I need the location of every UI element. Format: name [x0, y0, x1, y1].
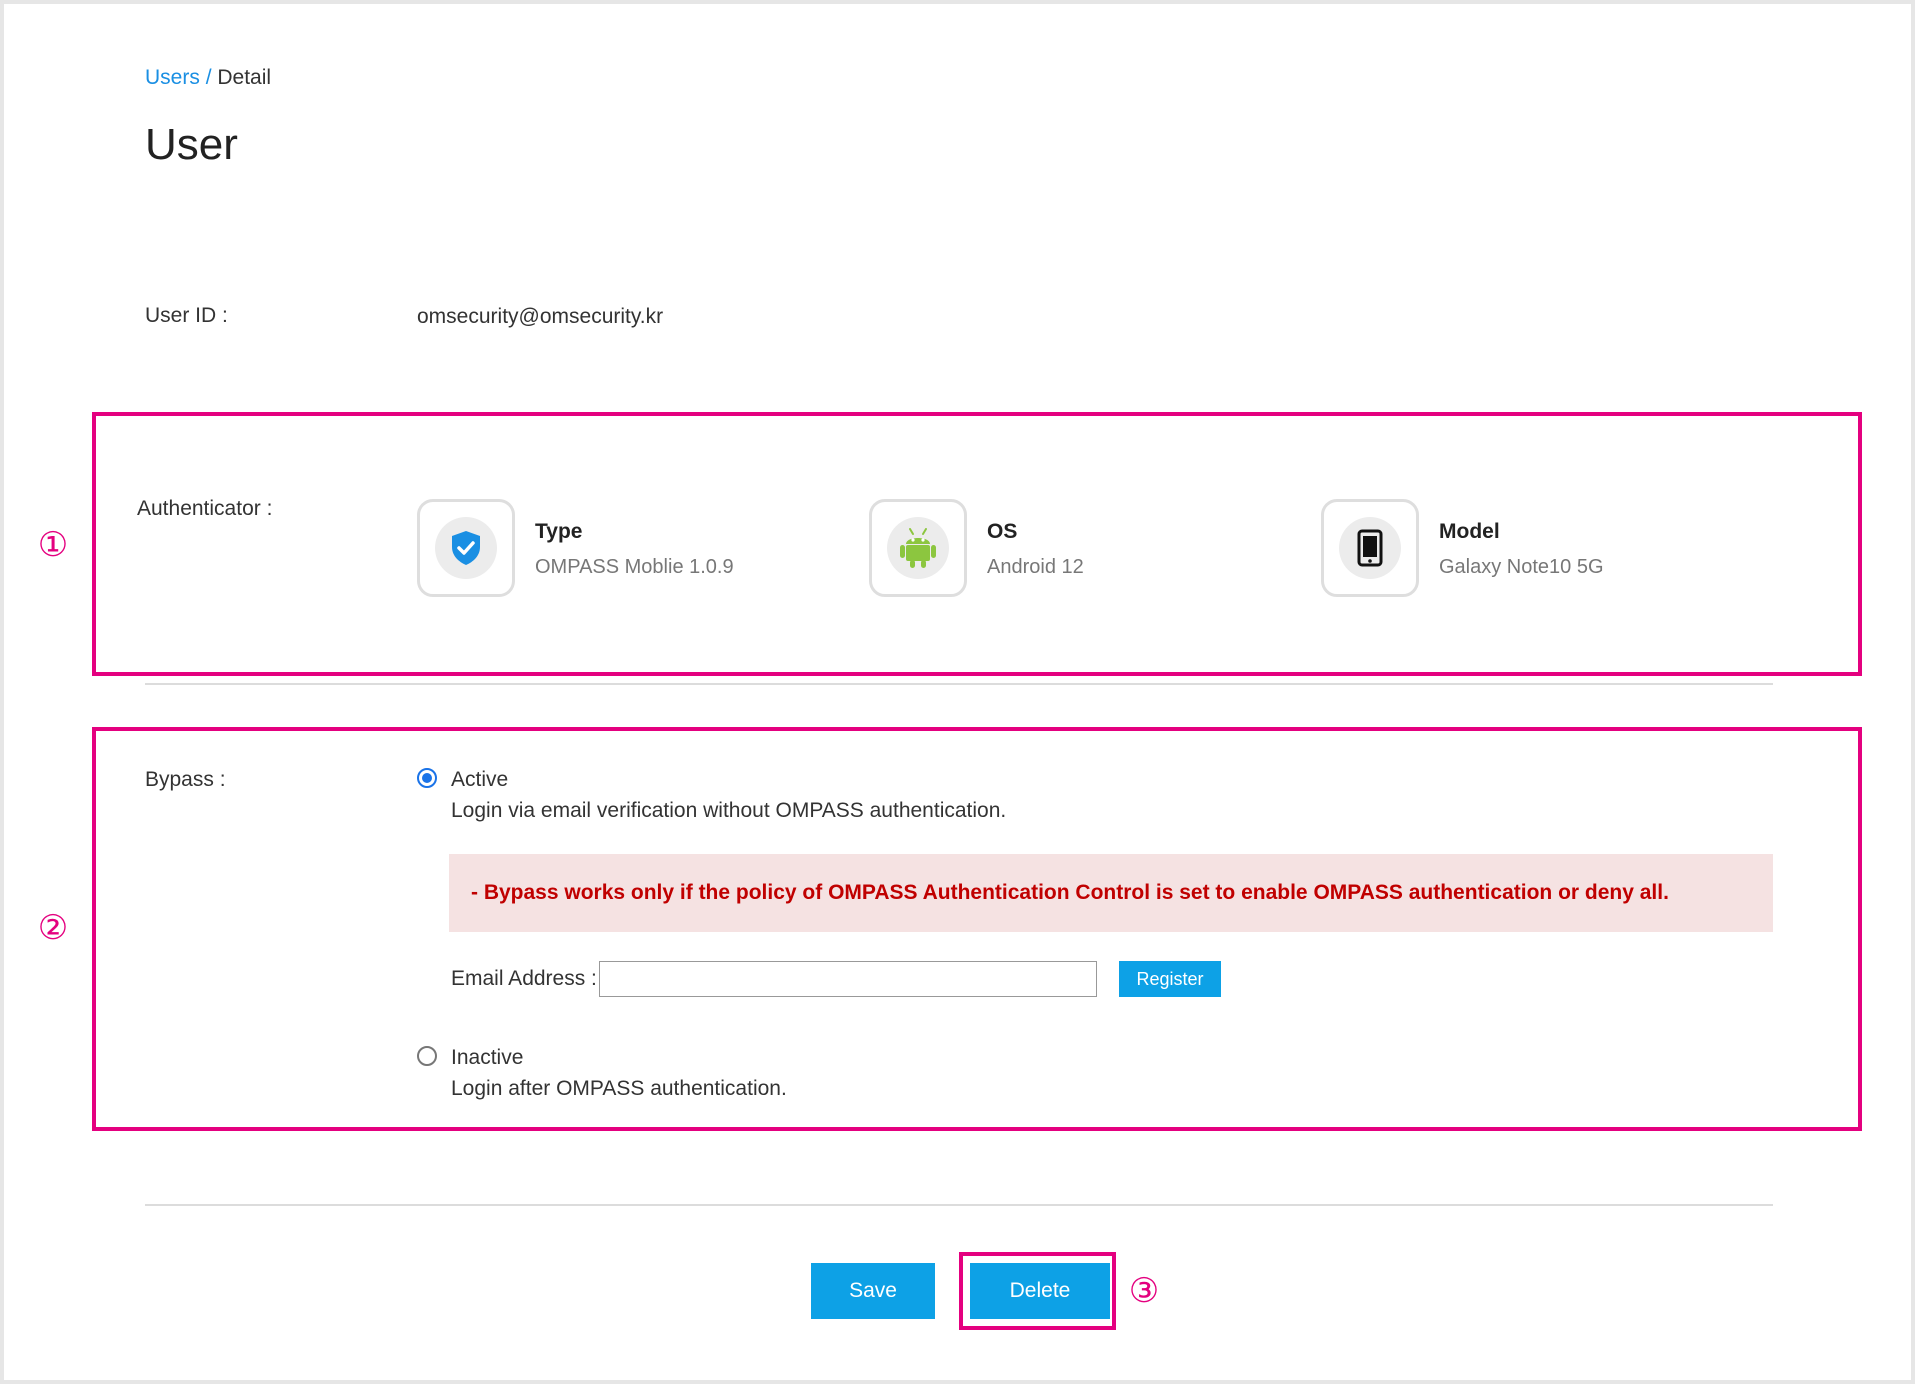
- breadcrumb-current: Detail: [217, 66, 272, 89]
- save-button[interactable]: Save: [811, 1263, 935, 1319]
- android-icon: [887, 517, 949, 579]
- bypass-inactive-label[interactable]: Inactive: [451, 1046, 523, 1070]
- register-button[interactable]: Register: [1119, 961, 1221, 997]
- smartphone-icon: [1339, 517, 1401, 579]
- page-frame: [0, 0, 1915, 1384]
- model-title: Model: [1439, 520, 1500, 543]
- shield-check-icon: [435, 517, 497, 579]
- bypass-active-radio[interactable]: [417, 768, 437, 788]
- breadcrumb-separator: /: [205, 66, 212, 89]
- model-value: Galaxy Note10 5G: [1439, 556, 1604, 578]
- authenticator-label: Authenticator :: [137, 497, 273, 520]
- type-value: OMPASS Moblie 1.0.9: [535, 556, 734, 578]
- bypass-warning-text: - Bypass works only if the policy of OMP…: [471, 881, 1669, 904]
- os-icon-card: [869, 499, 967, 597]
- email-address-input[interactable]: [599, 961, 1097, 997]
- marker-one: ①: [37, 526, 69, 564]
- bypass-warning-box: - Bypass works only if the policy of OMP…: [449, 854, 1773, 932]
- os-title: OS: [987, 520, 1018, 543]
- bypass-label: Bypass :: [145, 768, 226, 791]
- breadcrumb-users-link[interactable]: Users: [145, 66, 200, 89]
- bypass-inactive-radio[interactable]: [417, 1046, 437, 1066]
- breadcrumb: Users / Detail: [145, 66, 271, 90]
- email-address-label: Email Address :: [451, 967, 597, 990]
- marker-two: ②: [37, 909, 69, 947]
- user-id-value: omsecurity@omsecurity.kr: [417, 305, 664, 328]
- bypass-active-description: Login via email verification without OMP…: [451, 799, 1007, 822]
- actions-divider: [145, 1204, 1773, 1206]
- authenticator-highlight-box: [92, 412, 1862, 676]
- page-title: User: [145, 120, 238, 169]
- type-icon-card: [417, 499, 515, 597]
- os-value: Android 12: [987, 556, 1084, 578]
- model-icon-card: [1321, 499, 1419, 597]
- bypass-active-label[interactable]: Active: [451, 768, 508, 792]
- bypass-inactive-description: Login after OMPASS authentication.: [451, 1077, 787, 1100]
- section-divider: [145, 683, 1773, 685]
- marker-three: ③: [1128, 1272, 1160, 1310]
- type-title: Type: [535, 520, 583, 543]
- user-id-label: User ID :: [145, 304, 228, 327]
- delete-button[interactable]: Delete: [970, 1263, 1110, 1319]
